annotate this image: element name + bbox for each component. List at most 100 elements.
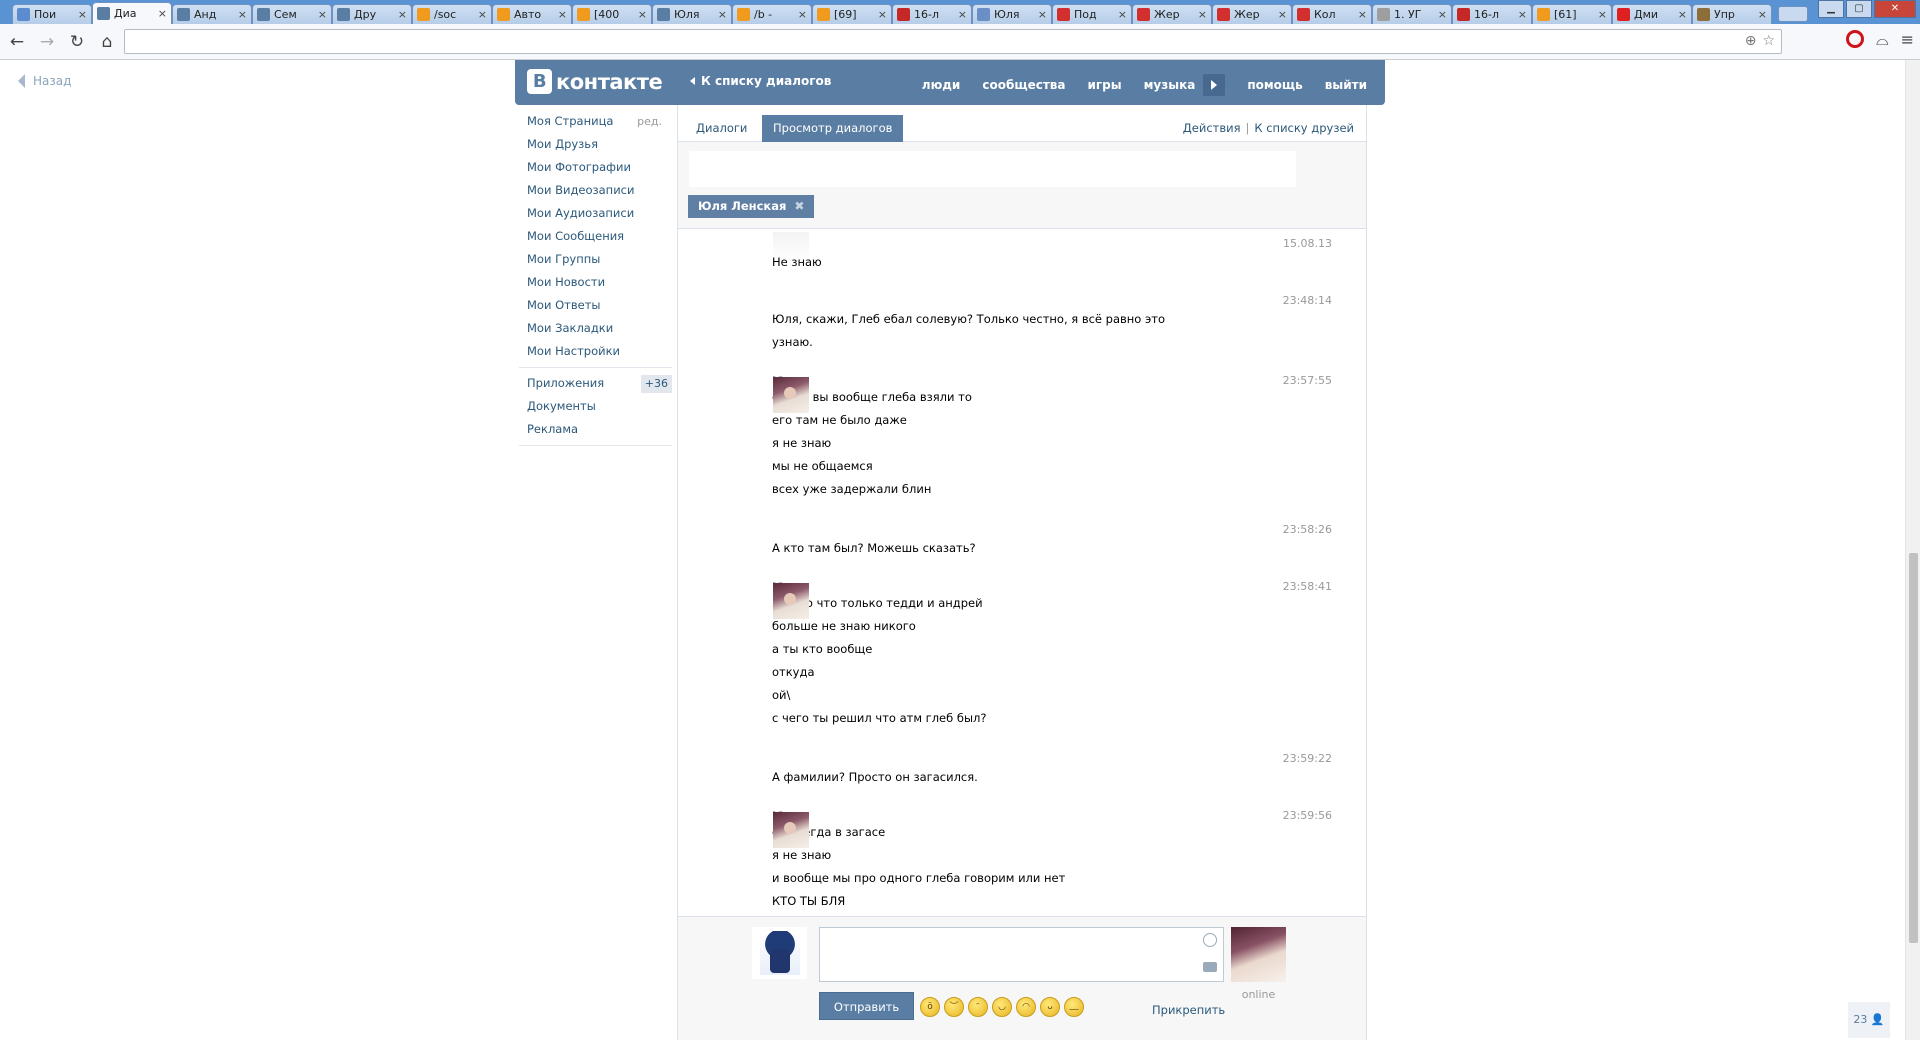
menu-games[interactable]: игры (1088, 78, 1122, 92)
browser-tab[interactable]: /b - × (732, 4, 812, 24)
new-tab-button[interactable] (1778, 6, 1808, 22)
close-tab-icon[interactable]: × (478, 8, 487, 21)
close-tab-icon[interactable]: × (1518, 8, 1527, 21)
incognito-icon[interactable]: ⌓ (1876, 30, 1889, 50)
browser-tab[interactable]: Анд × (172, 4, 252, 24)
message[interactable]: 23:59:22 А фамилии? Просто он загасился. (772, 752, 1332, 786)
left-nav-item[interactable]: Мои Группы (519, 248, 672, 271)
menu-people[interactable]: люди (922, 78, 961, 92)
message-avatar[interactable] (773, 812, 809, 848)
minimize-button[interactable]: ▁ (1818, 0, 1844, 18)
left-nav-item[interactable]: Мои Друзья (519, 133, 672, 156)
left-nav-item[interactable]: Мои Закладки (519, 317, 672, 340)
camera-icon[interactable] (1203, 962, 1217, 972)
remove-peer-icon[interactable]: ✖ (794, 195, 804, 218)
close-tab-icon[interactable]: × (1758, 8, 1767, 21)
menu-communities[interactable]: сообщества (982, 78, 1065, 92)
left-nav-item[interactable]: Мои Новости (519, 271, 672, 294)
page-scrollbar[interactable] (1905, 60, 1920, 1040)
browser-tab[interactable]: Под × (1052, 4, 1132, 24)
close-tab-icon[interactable]: × (1678, 8, 1687, 21)
browser-tab[interactable]: Жер × (1212, 4, 1292, 24)
vk-logo[interactable]: В контакте (527, 69, 663, 94)
close-window-button[interactable]: ✕ (1874, 0, 1916, 18)
browser-tab[interactable]: Дми × (1612, 4, 1692, 24)
close-tab-icon[interactable]: × (1598, 8, 1607, 21)
smiley-icon[interactable]: ᴗ (1040, 997, 1060, 1017)
left-nav-item[interactable]: Реклама (519, 418, 672, 441)
close-tab-icon[interactable]: × (238, 8, 247, 21)
browser-tab[interactable]: Дру × (332, 4, 412, 24)
message-author[interactable]: Юля (772, 374, 1332, 388)
message-author[interactable]: Юля (772, 809, 1332, 823)
back-link[interactable]: Назад (18, 74, 71, 88)
menu-music[interactable]: музыка (1144, 78, 1196, 92)
browser-tab[interactable]: [400 × (572, 4, 652, 24)
home-icon[interactable]: ⌂ (94, 29, 120, 55)
smiley-icon[interactable]: ﹏ (1064, 997, 1084, 1017)
extension-opera-icon[interactable] (1845, 30, 1864, 48)
left-nav-item[interactable]: Документы (519, 395, 672, 418)
browser-tab[interactable]: [61] × (1532, 4, 1612, 24)
tab-dialogs[interactable]: Диалоги (696, 121, 747, 135)
peer-avatar[interactable] (1231, 927, 1286, 982)
edit-link[interactable]: ред. (637, 110, 662, 133)
back-arrow-icon[interactable]: ← (4, 29, 30, 55)
browser-tab[interactable]: Пои × (12, 4, 92, 24)
message[interactable]: 23:58:41Юля я знаю что только тедди и анд… (772, 580, 1332, 727)
message-avatar[interactable] (773, 377, 809, 413)
left-nav-item[interactable]: Мои Фотографии (519, 156, 672, 179)
emoji-icon[interactable] (1203, 933, 1217, 947)
maximize-button[interactable]: ▢ (1846, 0, 1872, 18)
browser-tab[interactable]: Юля × (972, 4, 1052, 24)
smiley-icon[interactable]: ö (920, 997, 940, 1017)
close-tab-icon[interactable]: × (1438, 8, 1447, 21)
close-tab-icon[interactable]: × (1118, 8, 1127, 21)
left-nav-item[interactable]: Приложения +36 (519, 372, 672, 395)
address-bar[interactable]: ⊕ ☆ (124, 29, 1782, 54)
apps-count-badge[interactable]: +36 (640, 375, 672, 393)
close-tab-icon[interactable]: × (158, 7, 167, 20)
reload-icon[interactable]: ↻ (64, 29, 90, 55)
my-avatar[interactable] (752, 927, 807, 979)
browser-tab[interactable]: Упр × (1692, 4, 1772, 24)
message-history[interactable]: 15.08.13 Не знаю 23:48:14 Юля, скажи, Глеб … (678, 232, 1366, 916)
browser-tab[interactable]: 16-л × (1452, 4, 1532, 24)
close-tab-icon[interactable]: × (1038, 8, 1047, 21)
browser-tab[interactable]: Кол × (1292, 4, 1372, 24)
message[interactable]: 23:48:14 Юля, скажи, Глеб ебал солевую? Т… (772, 294, 1332, 351)
forward-arrow-icon[interactable]: → (34, 29, 60, 55)
zoom-icon[interactable]: ⊕ (1745, 33, 1757, 49)
close-tab-icon[interactable]: × (958, 8, 967, 21)
close-tab-icon[interactable]: × (398, 8, 407, 21)
left-nav-item[interactable]: Моя Страница ред. (519, 110, 672, 133)
actions-link[interactable]: Действия (1183, 121, 1241, 135)
close-tab-icon[interactable]: × (638, 8, 647, 21)
browser-tab[interactable]: Сем × (252, 4, 332, 24)
close-tab-icon[interactable]: × (1358, 8, 1367, 21)
browser-tab[interactable]: [69] × (812, 4, 892, 24)
message[interactable]: 15.08.13 Не знаю (772, 237, 1332, 271)
menu-icon[interactable]: ≡ (1901, 30, 1914, 50)
smiley-icon[interactable]: ◡ (992, 997, 1012, 1017)
smiley-icon[interactable]: ︶ (944, 997, 964, 1017)
close-tab-icon[interactable]: × (878, 8, 887, 21)
back-to-dialogs-link[interactable]: К списку диалогов (690, 74, 831, 88)
left-nav-item[interactable]: Мои Видеозаписи (519, 179, 672, 202)
online-friends-counter[interactable]: 23 👤 (1848, 1002, 1890, 1038)
browser-tab[interactable]: Авто × (492, 4, 572, 24)
close-tab-icon[interactable]: × (78, 8, 87, 21)
close-tab-icon[interactable]: × (798, 8, 807, 21)
browser-tab[interactable]: Жер × (1132, 4, 1212, 24)
left-nav-item[interactable]: Мои Сообщения (519, 225, 672, 248)
browser-tab[interactable]: Юля × (652, 4, 732, 24)
message[interactable]: 23:58:26 А кто там был? Можешь сказать? (772, 523, 1332, 557)
message[interactable]: 23:57:55Юля с чего вы вообще глеба взяли … (772, 374, 1332, 498)
message-author[interactable]: Юля (772, 580, 1332, 594)
close-tab-icon[interactable]: × (558, 8, 567, 21)
message-avatar[interactable] (773, 583, 809, 619)
scrollbar-thumb[interactable] (1909, 553, 1918, 943)
browser-tab[interactable]: Диа × (92, 2, 172, 24)
left-nav-item[interactable]: Мои Ответы (519, 294, 672, 317)
browser-tab[interactable]: 1. УГ × (1372, 4, 1452, 24)
